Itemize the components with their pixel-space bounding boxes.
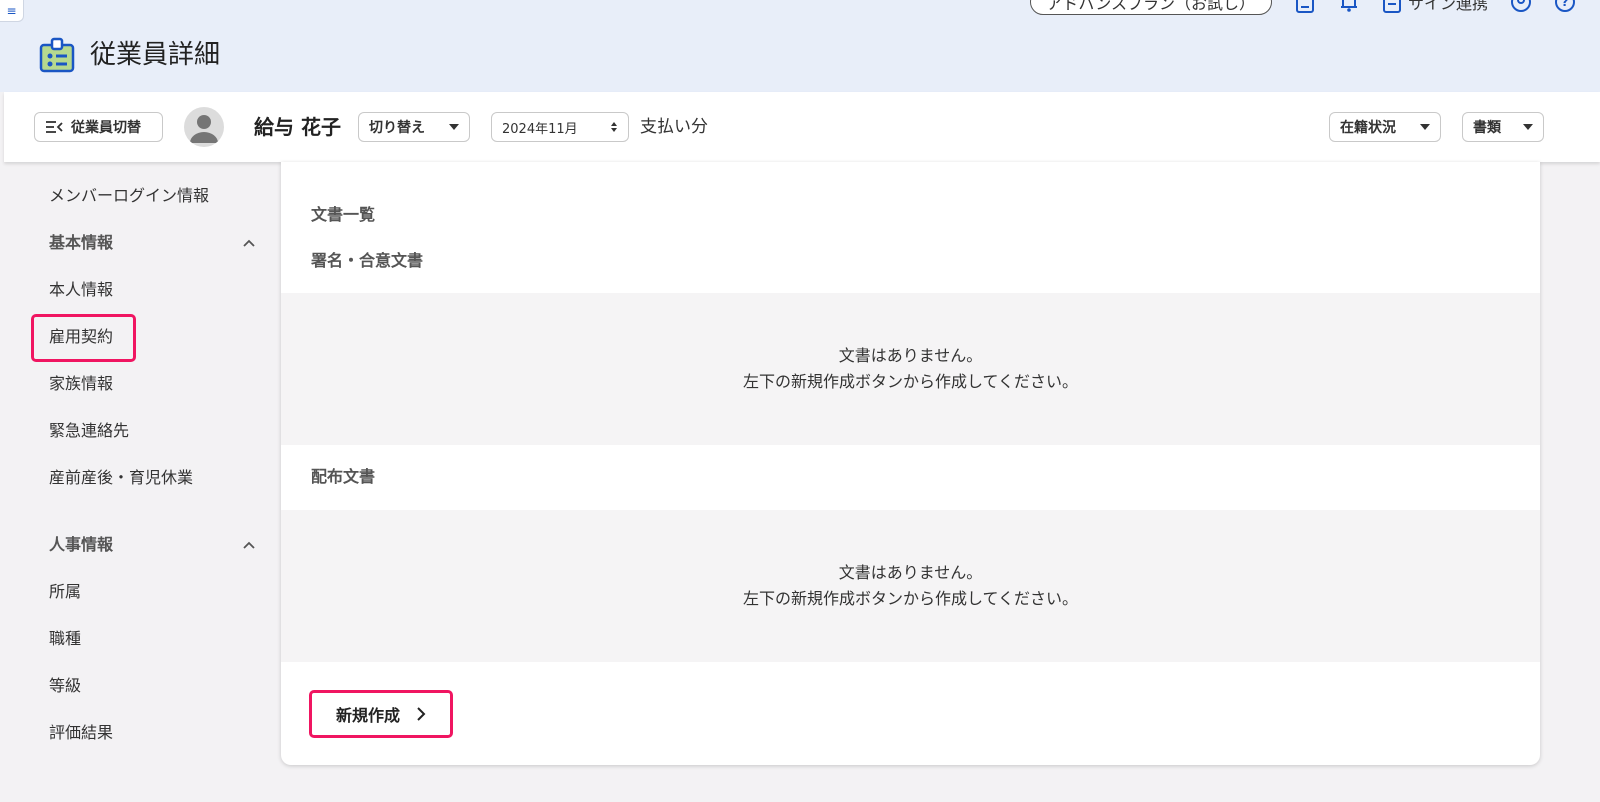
account-circle-icon[interactable] bbox=[1510, 0, 1532, 13]
document-icon bbox=[1382, 0, 1401, 13]
sign-integration-label: サイン連携 bbox=[1407, 0, 1488, 13]
sidebar-group-hr[interactable]: 人事情報 bbox=[49, 533, 255, 557]
plan-badge[interactable]: アドバンスプラン（お試し） bbox=[1029, 0, 1272, 15]
employment-status-dropdown[interactable]: 在籍状況 bbox=[1329, 112, 1441, 142]
distributed-documents-heading: 配布文書 bbox=[311, 467, 376, 486]
chevron-up-icon bbox=[243, 541, 255, 549]
person-icon bbox=[190, 115, 218, 143]
month-value: 2024年11月 bbox=[502, 121, 578, 137]
sidebar-item-evaluation-results[interactable]: 評価結果 bbox=[49, 721, 113, 745]
caret-down-icon bbox=[1420, 124, 1430, 130]
svg-text:?: ? bbox=[1562, 0, 1569, 9]
empty-message-line2: 左下の新規作成ボタンから作成してください。 bbox=[742, 372, 1079, 391]
empty-message-line1: 文書はありません。 bbox=[838, 563, 983, 582]
toggle-label: 切り替え bbox=[369, 120, 425, 136]
book-icon[interactable] bbox=[1294, 0, 1316, 13]
documents-dropdown[interactable]: 書類 bbox=[1462, 112, 1544, 142]
sidebar-group-label: 基本情報 bbox=[49, 233, 114, 252]
page-title: 従業員詳細 bbox=[90, 40, 221, 70]
employee-name: 給与 花子 bbox=[254, 115, 341, 139]
employee-switch-label: 従業員切替 bbox=[71, 120, 141, 136]
employee-header-bar: 従業員切替 給与 花子 切り替え 2024年11月 支払い分 在籍状況 書類 bbox=[4, 92, 1600, 162]
caret-down-icon bbox=[1523, 124, 1533, 130]
distributed-documents-empty-state: 文書はありません。 左下の新規作成ボタンから作成してください。 bbox=[281, 510, 1540, 662]
chevron-right-icon bbox=[417, 707, 426, 721]
new-document-button[interactable]: 新規作成 bbox=[309, 690, 453, 738]
sidebar-item-emergency-contact[interactable]: 緊急連絡先 bbox=[49, 419, 129, 443]
employee-switch-button[interactable]: 従業員切替 bbox=[34, 112, 163, 142]
documents-card: 文書一覧 署名・合意文書 文書はありません。 左下の新規作成ボタンから作成してく… bbox=[281, 162, 1540, 765]
sidebar-item-login-info[interactable]: メンバーログイン情報 bbox=[49, 184, 209, 208]
signed-documents-empty-state: 文書はありません。 左下の新規作成ボタンから作成してください。 bbox=[281, 293, 1540, 445]
sidebar-item-job-type[interactable]: 職種 bbox=[49, 627, 81, 651]
signed-documents-heading: 署名・合意文書 bbox=[311, 251, 424, 270]
month-select[interactable]: 2024年11月 bbox=[491, 112, 629, 142]
top-bar: ≡ 従業員詳細 アドバンスプラン（お試し） サイン連携 ? bbox=[0, 0, 1600, 92]
chevron-up-icon bbox=[243, 239, 255, 247]
menu-collapse-icon[interactable]: ≡ bbox=[0, 0, 24, 22]
employee-badge-icon bbox=[39, 37, 75, 73]
sidebar-item-department[interactable]: 所属 bbox=[49, 580, 81, 604]
select-arrows-icon bbox=[611, 122, 617, 132]
docs-label: 書類 bbox=[1473, 120, 1501, 136]
top-right-toolbar: アドバンスプラン（お試し） サイン連携 ? bbox=[1029, 0, 1577, 15]
avatar bbox=[184, 107, 224, 147]
sidebar-item-grade[interactable]: 等級 bbox=[49, 674, 81, 698]
sidebar-group-label: 人事情報 bbox=[49, 535, 114, 554]
sidebar-item-family-info[interactable]: 家族情報 bbox=[49, 372, 113, 396]
help-icon[interactable]: ? bbox=[1554, 0, 1576, 13]
toggle-button[interactable]: 切り替え bbox=[358, 112, 470, 142]
status-label: 在籍状況 bbox=[1340, 120, 1396, 136]
empty-message-line2: 左下の新規作成ボタンから作成してください。 bbox=[742, 589, 1079, 608]
sidebar-item-maternity-childcare-leave[interactable]: 産前産後・育児休業 bbox=[49, 466, 193, 490]
sign-integration-link[interactable]: サイン連携 bbox=[1382, 0, 1488, 14]
new-document-label: 新規作成 bbox=[335, 706, 400, 725]
document-list-title: 文書一覧 bbox=[311, 205, 376, 224]
empty-message-line1: 文書はありません。 bbox=[838, 346, 983, 365]
sidebar-group-basic[interactable]: 基本情報 bbox=[49, 231, 255, 255]
sidebar-item-employment-contract[interactable]: 雇用契約 bbox=[49, 325, 113, 349]
bell-icon[interactable] bbox=[1338, 0, 1360, 13]
pay-label: 支払い分 bbox=[640, 117, 708, 137]
caret-down-icon bbox=[449, 124, 459, 130]
sidebar: メンバーログイン情報 基本情報 本人情報 雇用契約 家族情報 緊急連絡先 産前産… bbox=[0, 162, 276, 802]
sidebar-item-personal-info[interactable]: 本人情報 bbox=[49, 278, 113, 302]
list-switch-icon bbox=[46, 121, 63, 133]
